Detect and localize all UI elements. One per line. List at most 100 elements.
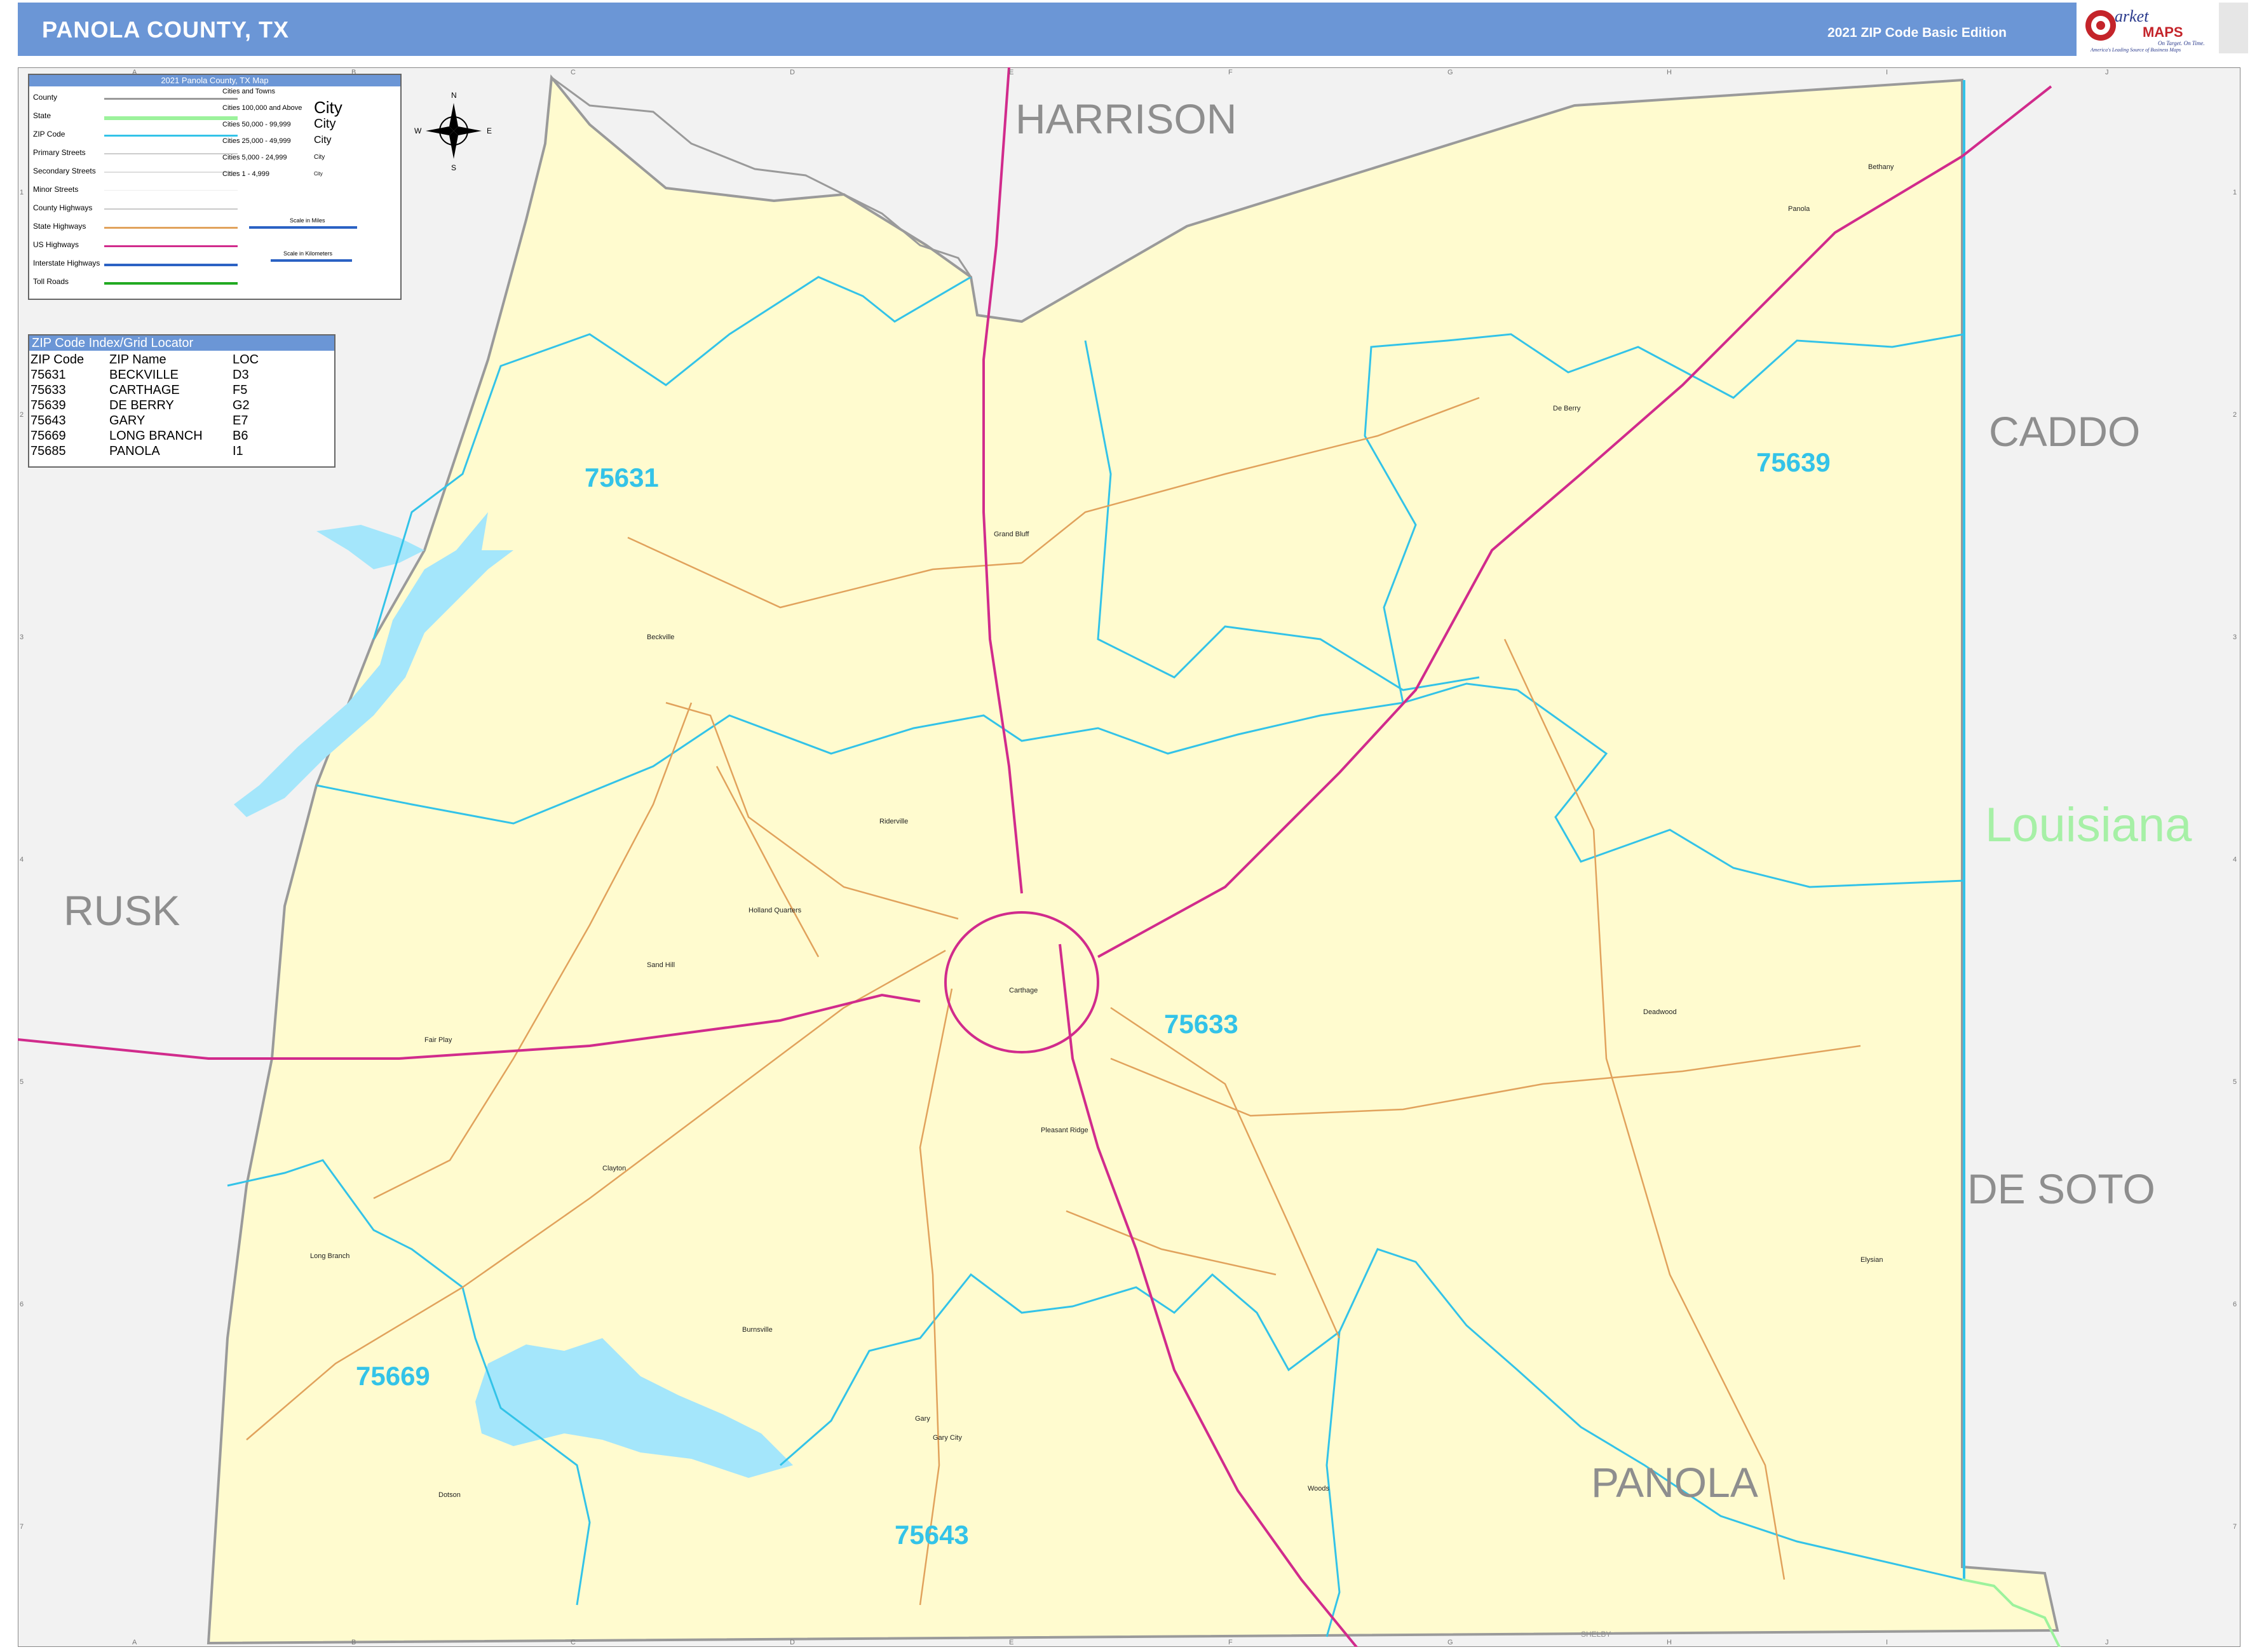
legend-row-state-highways: State Highways [33,222,86,231]
town-deadwood: Deadwood [1643,1008,1677,1016]
svg-text:7: 7 [2233,1523,2237,1531]
svg-text:J: J [2105,69,2109,76]
svg-text:E: E [1009,1639,1013,1646]
col-zip-name: ZIP Name [109,353,166,367]
legend-city-class-5: Cities 1 - 4,999 [222,170,269,178]
legend-row-county: County [33,93,58,102]
contact-block [2219,3,2248,53]
town-bethany: Bethany [1868,163,1894,171]
logo-tagline-2: America's Leading Source of Business Map… [2090,47,2181,53]
legend-row-state: State [33,111,51,120]
svg-text:4: 4 [20,856,24,863]
svg-text:D: D [790,1639,795,1646]
svg-text:S: S [451,163,456,172]
town-grand-bluff: Grand Bluff [994,531,1029,538]
svg-text:B: B [351,1639,356,1646]
legend-row-toll-roads: Toll Roads [33,277,69,286]
table-row: 75631 BECKVILLE D3 [30,368,249,382]
legend-cities-heading: Cities and Towns [222,88,275,95]
rusk-county-label: RUSK [64,887,180,934]
town-elysian: Elysian [1860,1256,1883,1264]
logo-brand-top: arket [2115,7,2149,25]
town-panola: Panola [1788,205,1810,213]
town-gary: Gary [915,1415,930,1423]
logo-tagline: On Target. On Time. [2158,40,2205,46]
map-area[interactable]: A B C D E F G H I J A B C D E F G H I J … [18,67,2240,1647]
legend-line-us-hwy [104,245,238,247]
town-long-branch: Long Branch [310,1252,349,1260]
svg-text:6: 6 [2233,1301,2237,1308]
map-legend: 2021 Panola County, TX Map County State … [28,74,402,300]
title-bar: PANOLA COUNTY, TX 2021 ZIP Code Basic Ed… [18,3,2077,56]
svg-text:H: H [1667,69,1672,76]
town-gary-city: Gary City [933,1434,962,1442]
svg-text:F: F [1228,1639,1233,1646]
legend-row-us-highways: US Highways [33,240,79,249]
shelby-county-label: SHELBY [1581,1630,1611,1639]
legend-line-secondary [104,172,238,173]
legend-line-interstate [104,264,238,266]
svg-text:1: 1 [20,189,24,196]
scale-bar-km [271,259,352,262]
legend-row-interstate: Interstate Highways [33,259,100,267]
svg-text:7: 7 [20,1523,24,1531]
map-title: PANOLA COUNTY, TX [42,17,290,43]
zip-label-75631: 75631 [585,463,659,492]
svg-text:C: C [571,69,576,76]
svg-text:4: 4 [2233,856,2237,863]
svg-text:G: G [1447,69,1453,76]
legend-row-county-highways: County Highways [33,203,93,212]
zip-label-75643: 75643 [895,1520,969,1550]
town-fair-play: Fair Play [424,1036,452,1044]
svg-text:J: J [2105,1639,2109,1646]
town-clayton: Clayton [602,1165,626,1172]
svg-text:3: 3 [2233,633,2237,641]
svg-text:H: H [1667,1639,1672,1646]
svg-text:3: 3 [20,633,24,641]
town-woods: Woods [1308,1485,1330,1493]
legend-line-county [104,98,238,100]
table-row: 75633 CARTHAGE F5 [30,383,248,397]
svg-text:F: F [1228,69,1233,76]
edition-label: 2021 ZIP Code Basic Edition [1827,25,2007,40]
col-loc: LOC [233,353,259,367]
legend-line-toll [104,282,238,285]
svg-text:I: I [1886,1639,1888,1646]
town-dotson: Dotson [438,1491,461,1499]
svg-text:E: E [487,126,492,135]
town-holland-quarters: Holland Quarters [749,907,802,914]
harrison-county-label: HARRISON [1015,95,1237,142]
table-row: 75685 PANOLA I1 [30,444,243,458]
zip-label-75639: 75639 [1756,447,1831,477]
legend-line-primary [104,153,238,154]
svg-text:A: A [132,1639,137,1646]
de-soto-parish-label: DE SOTO [1967,1165,2155,1212]
zip-index-title: ZIP Code Index/Grid Locator [29,335,334,351]
col-zip-code: ZIP Code [30,353,85,367]
zip-index-table: ZIP Code Index/Grid Locator ZIP Code ZIP… [28,334,335,468]
svg-text:C: C [571,1639,576,1646]
panola-county-label: PANOLA [1591,1459,1758,1506]
legend-line-state [104,116,238,120]
legend-city-sample-2: City [314,117,336,131]
legend-line-minor [104,190,238,191]
table-row: 75639 DE BERRY G2 [30,398,250,412]
legend-title: 2021 Panola County, TX Map [29,75,400,86]
legend-city-class-4: Cities 5,000 - 24,999 [222,154,287,161]
table-row: 75669 LONG BRANCH B6 [30,429,248,443]
svg-text:W: W [414,126,422,135]
legend-row-zip: ZIP Code [33,130,65,139]
legend-line-zip [104,135,238,137]
table-row: 75643 GARY E7 [30,414,248,428]
legend-city-sample-4: City [314,154,325,161]
svg-text:E: E [1009,69,1013,76]
legend-city-sample-5: City [314,171,323,177]
legend-city-class-2: Cities 50,000 - 99,999 [222,121,291,128]
legend-city-sample-3: City [314,135,332,146]
svg-text:D: D [790,69,795,76]
town-burnsville: Burnsville [742,1326,773,1334]
legend-city-sample-1: City [314,98,342,117]
legend-scale-miles: Scale in Miles [290,217,325,224]
scale-bar-miles [249,226,357,229]
map-canvas[interactable]: A B C D E F G H I J A B C D E F G H I J … [18,67,2240,1647]
